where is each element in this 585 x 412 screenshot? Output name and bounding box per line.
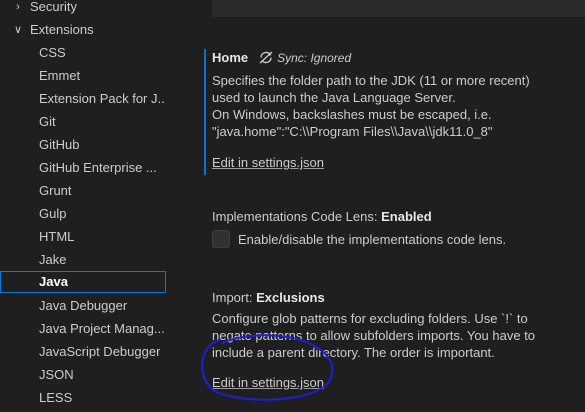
setting-name: Enabled: [381, 209, 432, 224]
setting-name: Exclusions: [256, 290, 325, 305]
tree-item-java[interactable]: Java: [0, 271, 166, 293]
tree-item-label: Java Project Manag...: [39, 321, 165, 336]
tree-item-javascript-debugger[interactable]: JavaScript Debugger: [0, 341, 166, 363]
focused-setting-indicator: [204, 49, 206, 175]
description-line: include a parent directory. The order is…: [212, 345, 495, 360]
chevron-down-icon: ∨: [13, 24, 23, 36]
tree-item-label: HTML: [39, 229, 75, 244]
tree-item-java-debugger[interactable]: Java Debugger: [0, 295, 166, 317]
settings-header-band: [212, 0, 585, 17]
tree-item-github-enterprise[interactable]: GitHub Enterprise ...: [0, 157, 166, 179]
tree-item-extensions[interactable]: ∨ Extensions: [0, 19, 166, 41]
settings-tree: › Security ∨ Extensions CSS Emmet Extens…: [0, 0, 168, 412]
tree-item-git[interactable]: Git: [0, 111, 166, 133]
sync-ignored-icon: [258, 51, 274, 69]
tree-item-gulp[interactable]: Gulp: [0, 203, 166, 225]
checkbox-label: Enable/disable the implementations code …: [238, 231, 507, 247]
sync-status-label: Sync: Ignored: [277, 51, 352, 65]
description-line: negate patterns to allow subfolders impo…: [212, 328, 536, 343]
setting-title: Import: Exclusions: [212, 289, 572, 307]
tree-item-label: Security: [30, 0, 77, 14]
tree-item-less[interactable]: LESS: [0, 387, 166, 409]
setting-category: Import:: [212, 290, 257, 305]
setting-title: Home Sync: Ignored: [212, 49, 572, 69]
tree-item-emmet[interactable]: Emmet: [0, 65, 166, 87]
settings-editor: Home Sync: Ignored Specifies the folder …: [168, 0, 585, 412]
implementations-code-lens-checkbox[interactable]: [212, 230, 230, 248]
sync-status: Sync: Ignored: [258, 51, 351, 65]
tree-item-java-project-manager[interactable]: Java Project Manag...: [0, 318, 166, 340]
tree-item-label: GitHub Enterprise ...: [39, 160, 157, 175]
tree-item-label: Java Debugger: [39, 298, 128, 313]
tree-item-label: Git: [39, 114, 56, 129]
tree-item-label: Jake: [39, 252, 67, 267]
tree-item-label: JavaScript Debugger: [39, 344, 161, 359]
tree-item-css[interactable]: CSS: [0, 42, 166, 64]
setting-implementations-code-lens: Implementations Code Lens: Enabled Enabl…: [212, 208, 572, 248]
tree-item-label: Emmet: [39, 68, 81, 83]
tree-item-label: Java: [39, 274, 68, 289]
tree-item-label: JSON: [39, 367, 74, 382]
description-line: Configure glob patterns for excluding fo…: [212, 311, 528, 326]
tree-item-github[interactable]: GitHub: [0, 134, 166, 156]
tree-item-label: LESS: [39, 390, 73, 405]
tree-item-label: Extensions: [30, 22, 94, 37]
chevron-right-icon: ›: [16, 1, 20, 13]
tree-item-label: Extension Pack for J...: [39, 91, 166, 106]
tree-item-security[interactable]: › Security: [0, 0, 166, 18]
setting-category: Implementations Code Lens:: [212, 209, 382, 224]
setting-import-exclusions: Import: Exclusions Configure glob patter…: [212, 289, 572, 392]
edit-in-settings-json-link[interactable]: Edit in settings.json: [212, 155, 324, 170]
tree-item-label: Grunt: [39, 183, 72, 198]
tree-item-label: Gulp: [39, 206, 67, 221]
description-line: Specifies the folder path to the JDK (11…: [212, 73, 530, 88]
setting-description: Specifies the folder path to the JDK (11…: [212, 72, 572, 140]
description-line: used to launch the Java Language Server.: [212, 90, 456, 105]
setting-title: Implementations Code Lens: Enabled: [212, 208, 572, 226]
tree-item-extension-pack[interactable]: Extension Pack for J...: [0, 88, 166, 110]
tree-item-label: CSS: [39, 45, 66, 60]
edit-in-settings-json-link[interactable]: Edit in settings.json: [212, 375, 324, 390]
description-line: On Windows, backslashes must be escaped,…: [212, 107, 492, 122]
tree-item-label: GitHub: [39, 137, 80, 152]
tree-item-jake[interactable]: Jake: [0, 249, 166, 271]
description-line: "java.home":"C:\\Program Files\\Java\\jd…: [212, 124, 493, 139]
setting-description: Configure glob patterns for excluding fo…: [212, 310, 572, 361]
setting-name: Home: [212, 50, 249, 65]
setting-java-home: Home Sync: Ignored Specifies the folder …: [212, 49, 572, 172]
tree-item-json[interactable]: JSON: [0, 364, 166, 386]
tree-item-grunt[interactable]: Grunt: [0, 180, 166, 202]
tree-item-html[interactable]: HTML: [0, 226, 166, 248]
